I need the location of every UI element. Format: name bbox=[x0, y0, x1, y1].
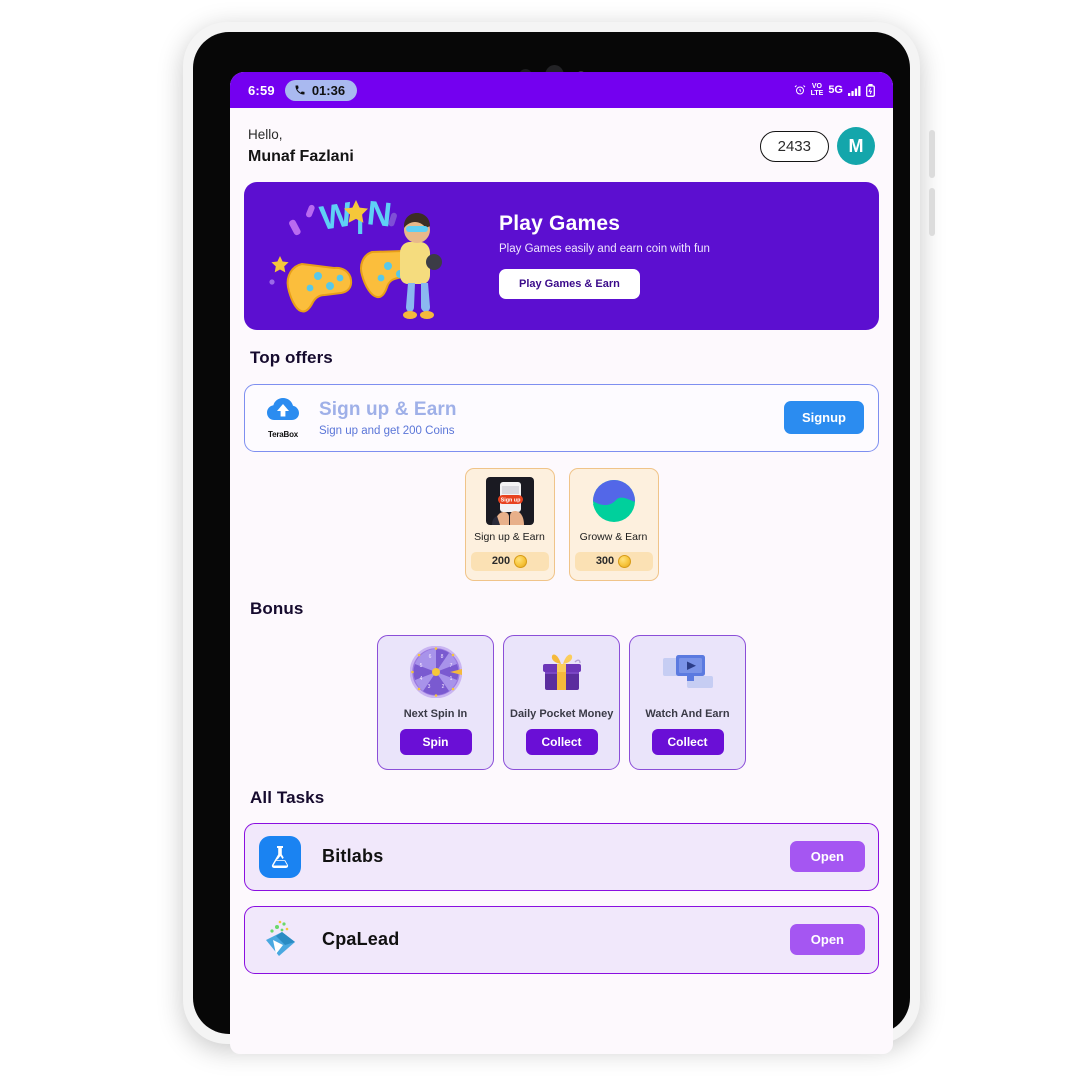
tablet-device-frame: 6:59 01:36 VO LTE 5G Hello, Munaf Fazlan… bbox=[183, 22, 935, 1054]
offer-cards-row: Sign up Sign up & Earn 200 Groww & Earn … bbox=[230, 467, 893, 581]
svg-text:7: 7 bbox=[449, 663, 452, 669]
offer-card-coins: 300 bbox=[574, 551, 653, 571]
svg-text:8: 8 bbox=[440, 654, 443, 660]
app-header: Hello, Munaf Fazlani 2433 M bbox=[230, 108, 893, 176]
spin-wheel-icon: 87 12 34 56 bbox=[384, 645, 487, 698]
user-name: Munaf Fazlani bbox=[248, 147, 354, 165]
banner-subtitle: Play Games easily and earn coin with fun bbox=[499, 243, 710, 256]
terabox-offer-text: Sign up & Earn Sign up and get 200 Coins bbox=[307, 399, 784, 437]
signup-phone-icon: Sign up bbox=[485, 476, 534, 525]
task-row[interactable]: Bitlabs Open bbox=[244, 822, 879, 891]
svg-text:3: 3 bbox=[427, 684, 430, 690]
offer-card[interactable]: Sign up Sign up & Earn 200 bbox=[464, 467, 555, 581]
play-games-banner[interactable]: W i N Play Games Play Games easily and e… bbox=[244, 181, 879, 330]
bitlabs-flask-icon bbox=[258, 835, 302, 879]
offer-coin-value: 200 bbox=[491, 555, 511, 568]
svg-text:5: 5 bbox=[419, 663, 422, 669]
offer-coin-value: 300 bbox=[595, 555, 615, 568]
open-bitlabs-button[interactable]: Open bbox=[789, 841, 865, 873]
phone-icon bbox=[294, 84, 306, 96]
svg-text:2: 2 bbox=[441, 684, 444, 690]
player-character-icon bbox=[400, 212, 442, 319]
spin-button[interactable]: Spin bbox=[399, 728, 472, 755]
volume-up-button[interactable] bbox=[929, 130, 935, 178]
battery-icon bbox=[866, 83, 875, 97]
gift-box-icon bbox=[510, 646, 613, 698]
bonus-heading: Bonus bbox=[250, 598, 304, 618]
network-5g-icon: 5G bbox=[828, 83, 843, 96]
terabox-offer-card[interactable]: TeraBox Sign up & Earn Sign up and get 2… bbox=[244, 383, 879, 452]
all-tasks-heading: All Tasks bbox=[250, 787, 325, 807]
bonus-card-watch-and-earn[interactable]: Watch And Earn Collect bbox=[629, 634, 746, 770]
video-play-icon bbox=[636, 646, 739, 698]
volume-down-button[interactable] bbox=[929, 188, 935, 236]
status-bar-clock: 6:59 bbox=[248, 82, 275, 98]
screenshot-stage: 6:59 01:36 VO LTE 5G Hello, Munaf Fazlan… bbox=[0, 0, 1080, 1080]
offer-card-label: Sign up & Earn bbox=[474, 530, 545, 543]
offer-card[interactable]: Groww & Earn 300 bbox=[568, 467, 659, 581]
win-text-icon: W i N bbox=[317, 194, 393, 241]
collect-watch-and-earn-button[interactable]: Collect bbox=[651, 728, 724, 755]
svg-text:4: 4 bbox=[419, 676, 422, 682]
status-bar: 6:59 01:36 VO LTE 5G bbox=[230, 72, 893, 108]
signal-bars-icon bbox=[848, 85, 861, 96]
groww-icon bbox=[590, 477, 638, 525]
signup-button[interactable]: Signup bbox=[783, 401, 864, 435]
play-games-earn-button[interactable]: Play Games & Earn bbox=[499, 269, 640, 300]
banner-illustration: W i N bbox=[244, 182, 499, 330]
task-name: CpaLead bbox=[322, 929, 400, 950]
svg-text:N: N bbox=[365, 194, 393, 234]
greeting-text: Hello, bbox=[248, 127, 283, 142]
terabox-brand-name: TeraBox bbox=[267, 430, 299, 440]
bonus-card-label: Next Spin In bbox=[403, 707, 468, 720]
greeting-block: Hello, Munaf Fazlani bbox=[248, 125, 354, 168]
svg-text:Sign up: Sign up bbox=[500, 497, 520, 503]
volte-icon: VO LTE bbox=[810, 83, 824, 97]
app-screen: 6:59 01:36 VO LTE 5G Hello, Munaf Fazlan… bbox=[230, 72, 893, 1054]
terabox-offer-title: Sign up & Earn bbox=[319, 398, 457, 420]
coin-icon bbox=[514, 554, 528, 568]
bonus-card-label: Watch And Earn bbox=[645, 707, 730, 720]
terabox-cloud-icon bbox=[267, 398, 299, 421]
bonus-card-spin[interactable]: 87 12 34 56 Next Spin In Spin bbox=[377, 634, 494, 770]
avatar[interactable]: M bbox=[837, 127, 875, 166]
device-bezel: 6:59 01:36 VO LTE 5G Hello, Munaf Fazlan… bbox=[193, 32, 910, 1054]
banner-text: Play Games Play Games easily and earn co… bbox=[499, 212, 879, 300]
active-call-pill[interactable]: 01:36 bbox=[284, 79, 358, 101]
status-bar-icons: VO LTE 5G bbox=[794, 83, 875, 97]
terabox-offer-subtitle: Sign up and get 200 Coins bbox=[319, 424, 455, 437]
banner-title: Play Games bbox=[499, 212, 621, 236]
call-timer: 01:36 bbox=[311, 82, 346, 98]
header-actions: 2433 M bbox=[759, 127, 875, 166]
coin-icon bbox=[618, 554, 632, 568]
coin-balance-badge[interactable]: 2433 bbox=[759, 130, 829, 162]
alarm-icon bbox=[794, 84, 806, 96]
top-offers-heading: Top offers bbox=[250, 347, 333, 367]
bonus-card-label: Daily Pocket Money bbox=[510, 707, 614, 720]
task-row[interactable]: CpaLead Open bbox=[244, 905, 879, 974]
svg-text:1: 1 bbox=[449, 676, 452, 682]
collect-daily-pocket-money-button[interactable]: Collect bbox=[525, 728, 598, 755]
bonus-cards-row: 87 12 34 56 Next Spin In Spin Daily Pock… bbox=[230, 634, 893, 770]
offer-card-label: Groww & Earn bbox=[579, 530, 648, 543]
svg-text:6: 6 bbox=[428, 654, 431, 660]
open-cpalead-button[interactable]: Open bbox=[789, 924, 865, 956]
cpalead-icon bbox=[258, 918, 302, 962]
terabox-logo: TeraBox bbox=[259, 396, 307, 439]
offer-card-coins: 200 bbox=[470, 551, 549, 571]
task-name: Bitlabs bbox=[322, 846, 384, 867]
bonus-card-daily-pocket-money[interactable]: Daily Pocket Money Collect bbox=[503, 634, 620, 770]
